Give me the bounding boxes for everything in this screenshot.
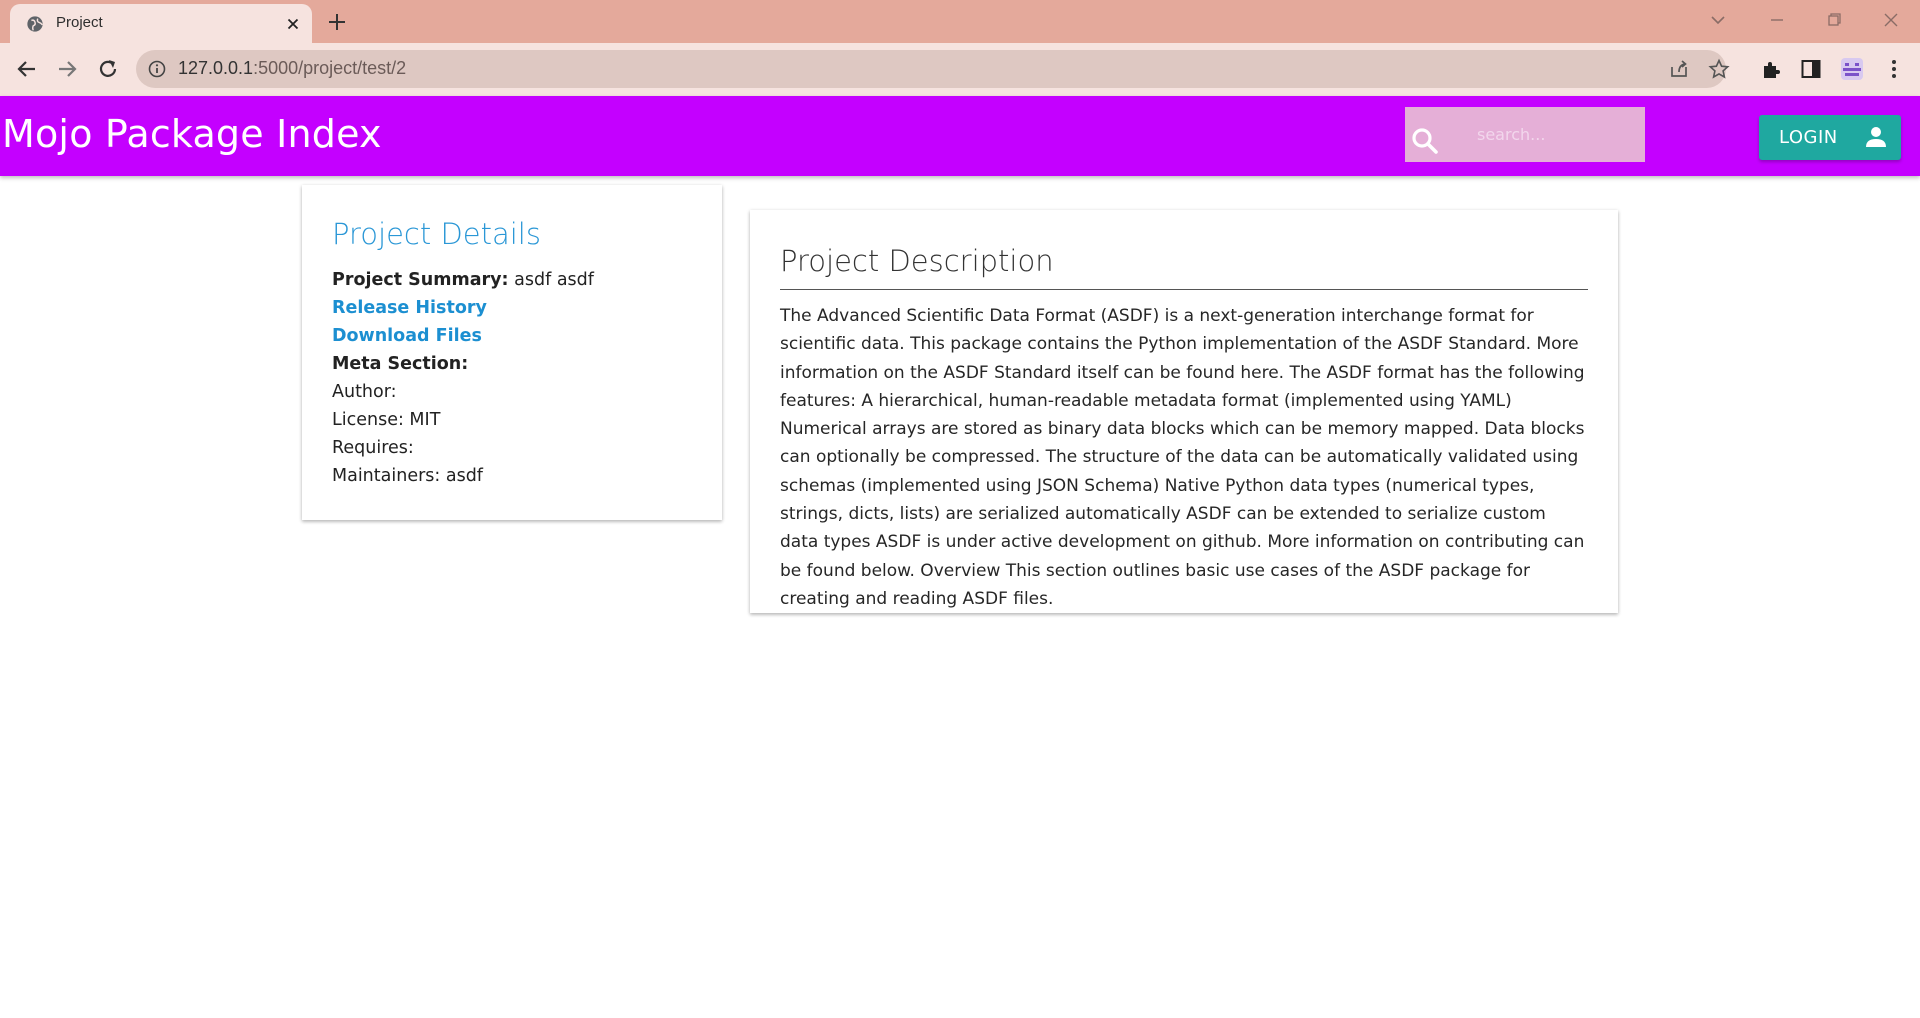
app-header: Mojo Package Index LOGIN [0, 96, 1920, 176]
meta-author: Author: [332, 382, 397, 402]
divider [780, 289, 1588, 290]
side-panel-icon[interactable] [1799, 57, 1823, 81]
project-summary-value: asdf asdf [514, 270, 594, 290]
minimize-icon[interactable] [1765, 8, 1789, 32]
share-icon[interactable] [1668, 58, 1690, 80]
meta-maintainers: Maintainers: asdf [332, 466, 483, 486]
arrow-right-icon[interactable] [54, 56, 80, 82]
star-icon[interactable] [1708, 58, 1730, 80]
meta-section-label: Meta Section: [332, 354, 469, 374]
meta-license: License: MIT [332, 410, 441, 430]
meta-requires: Requires: [332, 438, 414, 458]
person-icon [1866, 127, 1886, 147]
address-bar[interactable]: 127.0.0.1:5000/project/test/2 [136, 50, 1730, 88]
project-description-card: Project Description The Advanced Scienti… [750, 210, 1618, 613]
profile-avatar-icon[interactable] [1840, 57, 1864, 81]
site-brand[interactable]: Mojo Package Index [2, 112, 382, 156]
reload-icon[interactable] [95, 56, 121, 82]
url-text[interactable]: 127.0.0.1:5000/project/test/2 [178, 58, 406, 79]
globe-icon [27, 16, 43, 32]
release-history-link[interactable]: Release History [332, 298, 487, 318]
arrow-left-icon[interactable] [14, 56, 40, 82]
close-window-icon[interactable] [1879, 8, 1903, 32]
login-label: LOGIN [1779, 127, 1838, 148]
kebab-menu-icon[interactable] [1882, 57, 1906, 81]
project-description-text: The Advanced Scientific Data Format (ASD… [780, 306, 1585, 609]
browser-tab-active[interactable]: Project [10, 4, 312, 43]
url-path: :5000/project/test/2 [253, 58, 407, 78]
login-button[interactable]: LOGIN [1759, 115, 1901, 160]
chevron-down-icon[interactable] [1706, 8, 1730, 32]
project-details-title: Project Details [332, 217, 541, 251]
search-icon[interactable] [1409, 125, 1441, 157]
url-host: 127.0.0.1 [178, 58, 254, 78]
tab-title: Project [56, 14, 103, 31]
info-icon[interactable] [148, 60, 166, 78]
project-details-list: Project Summary: asdf asdf Release Histo… [332, 266, 712, 490]
search-input[interactable] [1477, 121, 1637, 147]
close-icon[interactable] [284, 15, 302, 33]
browser-tabstrip: Project [0, 0, 1920, 43]
project-description-title: Project Description [780, 244, 1054, 278]
project-details-card: Project Details Project Summary: asdf as… [302, 185, 722, 520]
browser-toolbar: 127.0.0.1:5000/project/test/2 [0, 43, 1920, 96]
puzzle-icon[interactable] [1760, 57, 1784, 81]
project-summary-label: Project Summary: [332, 270, 509, 290]
download-files-link[interactable]: Download Files [332, 326, 482, 346]
search-box[interactable] [1405, 107, 1645, 162]
plus-icon[interactable] [326, 11, 348, 33]
restore-icon[interactable] [1822, 8, 1846, 32]
project-summary-row: Project Summary: asdf asdf [332, 266, 712, 294]
